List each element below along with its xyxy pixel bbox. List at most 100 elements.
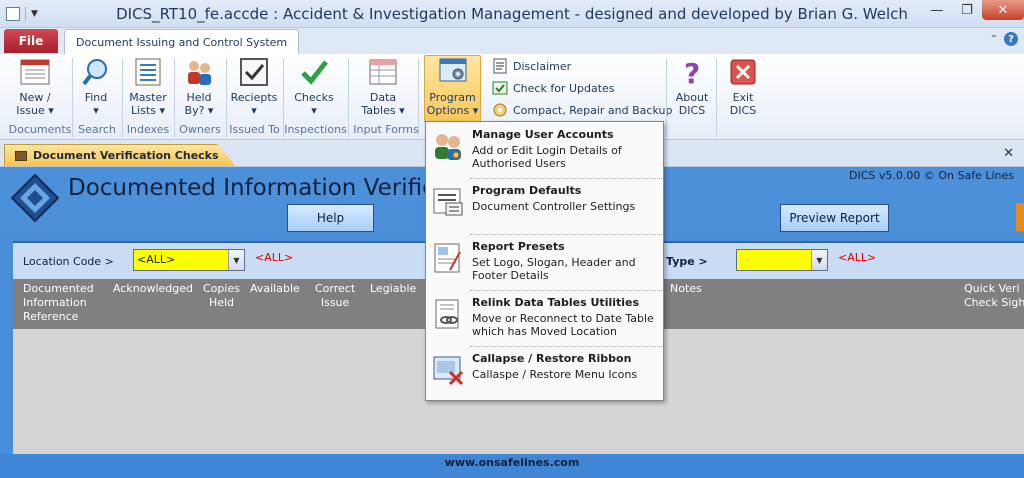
type-selection: <ALL> bbox=[838, 251, 877, 264]
svg-text:?: ? bbox=[684, 57, 700, 87]
help-icon[interactable]: ? bbox=[1004, 32, 1018, 46]
tab-file[interactable]: File bbox=[4, 29, 58, 53]
find-label: Find ▾ bbox=[84, 91, 108, 117]
check-updates-label: Check for Updates bbox=[513, 81, 615, 95]
program-options-button[interactable]: Program Options ▾ bbox=[425, 56, 480, 122]
new-issue-label: New / Issue ▾ bbox=[16, 91, 54, 117]
about-icon: ? bbox=[676, 56, 708, 88]
receipts-button[interactable]: Reciepts ▾ bbox=[230, 56, 278, 122]
data-tables-label: Data Tables ▾ bbox=[361, 91, 405, 117]
menu-item-title: Relink Data Tables Utilities bbox=[472, 296, 640, 309]
form-title: Documented Information Verific bbox=[68, 175, 435, 201]
held-by-button[interactable]: Held By? ▾ bbox=[178, 56, 220, 122]
disclaimer-label: Disclaimer bbox=[513, 59, 572, 73]
find-icon bbox=[80, 56, 112, 88]
column-copies-held: Copies Held bbox=[203, 282, 240, 309]
menu-item-manage-users[interactable]: Manage User Accounts Add or Edit Login D… bbox=[426, 122, 663, 178]
menu-item-title: Program Defaults bbox=[472, 184, 582, 197]
disclaimer-button[interactable]: Disclaimer bbox=[492, 58, 571, 74]
column-acknowledged: Acknowledged bbox=[113, 282, 193, 295]
window-controls: — ❐ ✕ bbox=[922, 0, 1024, 20]
about-button[interactable]: ? About DICS bbox=[672, 56, 712, 122]
data-tables-button[interactable]: Data Tables ▾ bbox=[360, 56, 406, 122]
help-button[interactable]: Help bbox=[287, 204, 374, 232]
ribbon-separator bbox=[666, 58, 667, 138]
preview-report-button[interactable]: Preview Report bbox=[780, 204, 889, 232]
minimize-button[interactable]: — bbox=[922, 0, 952, 20]
location-code-combo[interactable]: <ALL> ▼ bbox=[133, 249, 245, 271]
tab-document-issuing[interactable]: Document Issuing and Control System bbox=[64, 29, 300, 54]
form-icon bbox=[15, 150, 27, 161]
column-correct-issue: Correct Issue bbox=[315, 282, 356, 309]
menu-item-description: Add or Edit Login Details of Authorised … bbox=[472, 144, 622, 170]
compact-repair-label: Compact, Repair and Backup bbox=[513, 103, 673, 117]
master-lists-label: Master Lists ▾ bbox=[129, 91, 167, 117]
report-presets-icon bbox=[434, 243, 461, 273]
compact-repair-icon bbox=[493, 103, 507, 117]
disclaimer-icon bbox=[493, 58, 507, 74]
held-by-label: Held By? ▾ bbox=[184, 91, 214, 117]
partial-button[interactable] bbox=[1016, 203, 1024, 231]
type-label: Type > bbox=[666, 255, 708, 268]
updates-icon bbox=[492, 81, 508, 95]
close-document-icon[interactable]: ✕ bbox=[1003, 146, 1014, 161]
column-reference: Documented Information Reference bbox=[23, 282, 94, 323]
column-legiable: Legiable bbox=[370, 282, 417, 295]
compact-repair-button[interactable]: Compact, Repair and Backup bbox=[492, 102, 672, 118]
new-issue-icon bbox=[19, 56, 51, 88]
column-quick-verify: Quick Veri Check Sigh bbox=[964, 282, 1024, 309]
footer-url[interactable]: www.onsafelines.com bbox=[0, 456, 1024, 469]
ribbon-separator bbox=[716, 58, 717, 138]
exit-icon bbox=[727, 56, 759, 88]
check-updates-button[interactable]: Check for Updates bbox=[492, 80, 615, 96]
location-code-selection: <ALL> bbox=[255, 251, 294, 264]
checks-button[interactable]: Checks ▾ bbox=[292, 56, 336, 122]
menu-item-title: Callapse / Restore Ribbon bbox=[472, 352, 632, 365]
group-indexes: Indexes bbox=[126, 123, 170, 136]
form-footer: www.onsafelines.com bbox=[0, 454, 1024, 478]
tab-document-verification[interactable]: Document Verification Checks bbox=[4, 144, 236, 166]
receipts-label: Reciepts ▾ bbox=[230, 91, 278, 117]
menu-item-description: Callaspe / Restore Menu Icons bbox=[472, 368, 638, 381]
dics-logo-icon bbox=[10, 173, 60, 223]
checks-label: Checks ▾ bbox=[294, 91, 334, 117]
menu-item-description: Move or Reconnect to Date Table which ha… bbox=[472, 312, 654, 338]
defaults-icon bbox=[433, 188, 463, 216]
ribbon-minimize-icon[interactable]: ⌃ bbox=[990, 34, 998, 45]
menu-item-collapse-ribbon[interactable]: Callapse / Restore Ribbon Callaspe / Res… bbox=[426, 346, 663, 402]
window-title: DICS_RT10_fe.accde : Accident & Investig… bbox=[116, 5, 908, 23]
combo-dropdown-icon[interactable]: ▼ bbox=[228, 250, 244, 270]
collapse-ribbon-icon bbox=[433, 356, 464, 386]
menu-item-program-defaults[interactable]: Program Defaults Document Controller Set… bbox=[426, 178, 663, 234]
location-code-label: Location Code > bbox=[23, 255, 114, 268]
group-inspections: Inspections bbox=[284, 123, 347, 136]
exit-button[interactable]: Exit DICS bbox=[722, 56, 764, 122]
users-key-icon bbox=[435, 134, 461, 160]
master-lists-icon bbox=[132, 56, 164, 88]
group-search: Search bbox=[78, 123, 116, 136]
data-tables-icon bbox=[367, 56, 399, 88]
column-notes: Notes bbox=[670, 282, 702, 295]
menu-item-report-presets[interactable]: Report Presets Set Logo, Slogan, Header … bbox=[426, 234, 663, 290]
program-options-menu: Manage User Accounts Add or Edit Login D… bbox=[425, 121, 664, 401]
column-available: Available bbox=[250, 282, 300, 295]
master-lists-button[interactable]: Master Lists ▾ bbox=[126, 56, 170, 122]
menu-item-description: Set Logo, Slogan, Header and Footer Deta… bbox=[472, 256, 636, 282]
combo-dropdown-icon[interactable]: ▼ bbox=[811, 250, 827, 270]
maximize-button[interactable]: ❐ bbox=[952, 0, 982, 20]
menu-item-description: Document Controller Settings bbox=[472, 200, 636, 213]
group-owners: Owners bbox=[179, 123, 221, 136]
group-issued-to: Issued To bbox=[229, 123, 280, 136]
group-input-forms: Input Forms bbox=[353, 123, 419, 136]
find-button[interactable]: Find ▾ bbox=[76, 56, 116, 122]
exit-label: Exit DICS bbox=[729, 91, 757, 117]
menu-item-title: Report Presets bbox=[472, 240, 565, 253]
title-bar: ▼ DICS_RT10_fe.accde : Accident & Invest… bbox=[0, 0, 1024, 28]
new-issue-button[interactable]: New / Issue ▾ bbox=[12, 56, 58, 122]
menu-item-title: Manage User Accounts bbox=[472, 128, 614, 141]
type-combo[interactable]: ▼ bbox=[736, 249, 828, 271]
group-documents: Documents bbox=[8, 123, 72, 136]
close-button[interactable]: ✕ bbox=[982, 0, 1024, 20]
location-code-value: <ALL> bbox=[137, 253, 176, 266]
menu-item-relink-tables[interactable]: Relink Data Tables Utilities Move or Rec… bbox=[426, 290, 663, 346]
